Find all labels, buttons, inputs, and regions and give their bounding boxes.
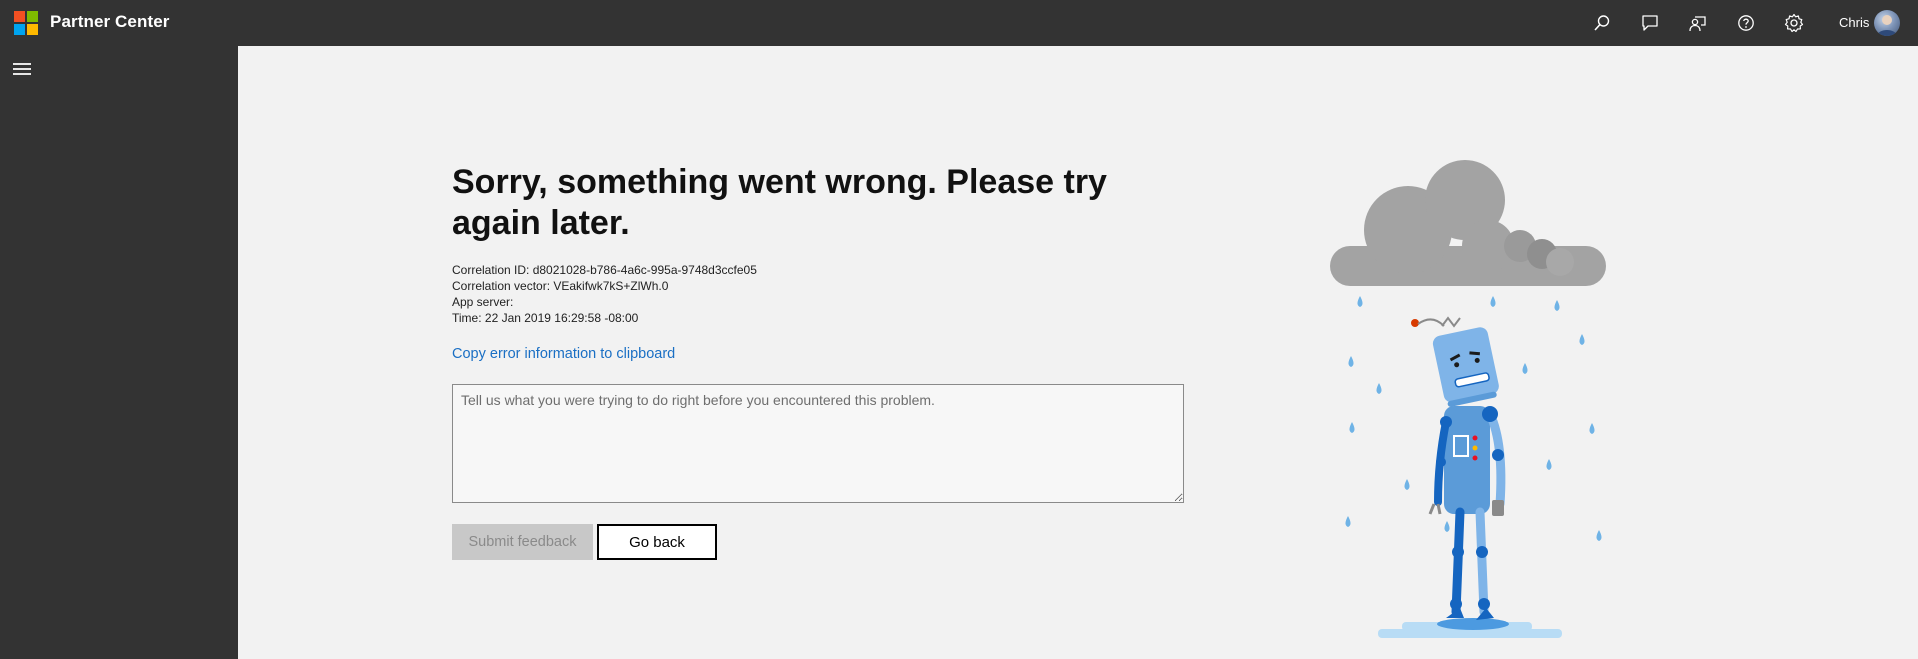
top-bar: Partner Center Chris — [0, 0, 1918, 46]
search-icon[interactable] — [1590, 11, 1614, 35]
copy-error-link[interactable]: Copy error information to clipboard — [452, 346, 675, 362]
error-title: Sorry, something went wrong. Please try … — [452, 163, 1107, 242]
feedback-textarea[interactable] — [452, 384, 1184, 503]
cloud-icon — [1330, 160, 1606, 286]
user-name[interactable]: Chris — [1839, 15, 1869, 30]
correlation-vector: Correlation vector: VEakifwk7kS+ZlWh.0 — [452, 279, 669, 293]
microsoft-logo-icon — [14, 11, 38, 35]
correlation-id: Correlation ID: d8021028-b786-4a6c-995a-… — [452, 263, 757, 277]
go-back-button[interactable]: Go back — [597, 524, 717, 560]
puddle-icon — [1378, 618, 1562, 638]
help-icon[interactable] — [1734, 11, 1758, 35]
sidebar — [0, 46, 238, 659]
avatar[interactable] — [1874, 10, 1900, 36]
app-server: App server: — [452, 295, 514, 309]
settings-icon[interactable] — [1782, 11, 1806, 35]
app-title[interactable]: Partner Center — [50, 12, 170, 32]
hamburger-menu-icon[interactable] — [13, 63, 31, 77]
chat-icon[interactable] — [1638, 11, 1662, 35]
error-time: Time: 22 Jan 2019 16:29:58 -08:00 — [452, 311, 639, 325]
feedback-icon[interactable] — [1686, 11, 1710, 35]
submit-feedback-button[interactable]: Submit feedback — [452, 524, 593, 560]
sad-robot-rain-illustration — [1330, 160, 1606, 638]
